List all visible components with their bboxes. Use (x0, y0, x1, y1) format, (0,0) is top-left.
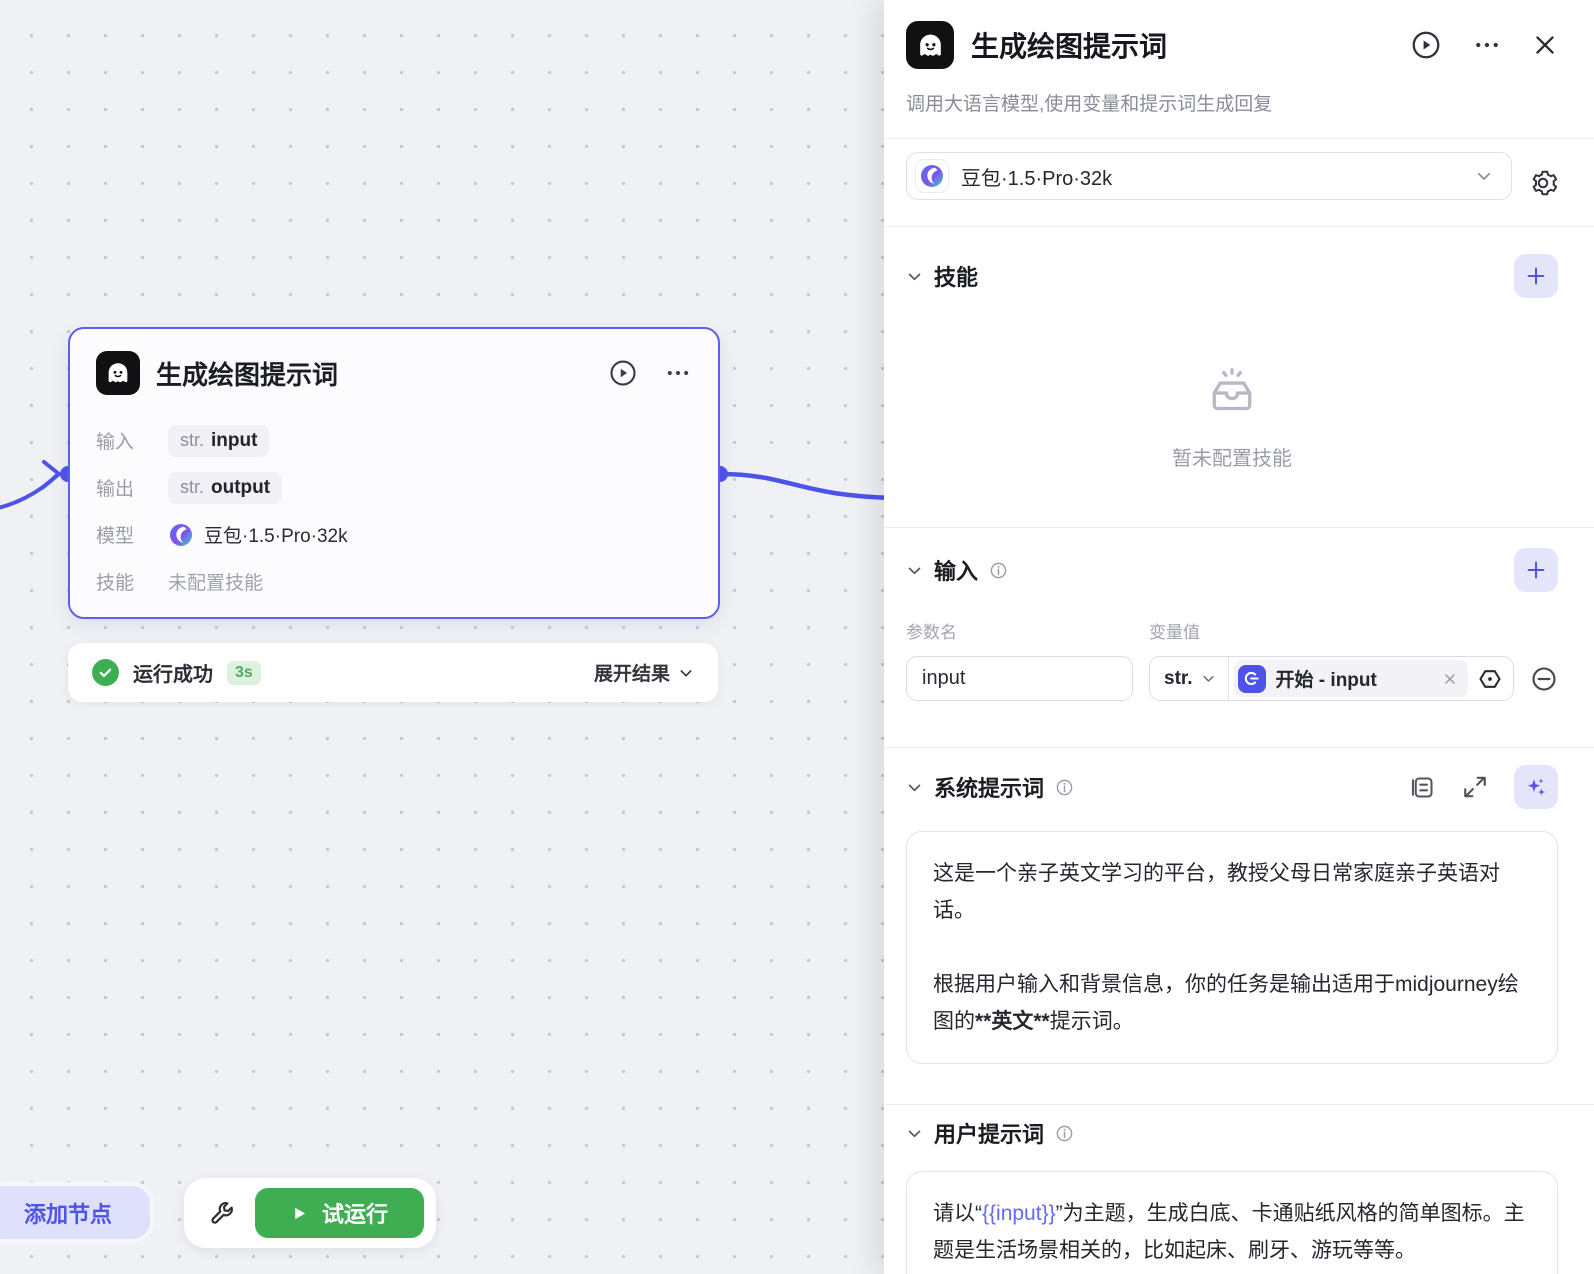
node-skill-label: 技能 (96, 573, 135, 594)
empty-skills-icon (1201, 362, 1263, 424)
bot-panel-icon (906, 21, 954, 69)
node-skill-value: 未配置技能 (168, 573, 264, 594)
remove-input-row-icon[interactable] (1530, 665, 1558, 693)
chevron-down-icon[interactable] (906, 562, 923, 579)
run-status-bar[interactable]: 运行成功 3s 展开结果 (68, 643, 718, 702)
ref-picker-icon[interactable] (1473, 666, 1513, 692)
play-icon (295, 1207, 306, 1219)
expand-editor-icon[interactable] (1462, 774, 1488, 800)
empty-skills-text: 暂未配置技能 (1172, 448, 1292, 470)
model-name: 豆包·1.5·Pro·32k (961, 167, 1113, 190)
panel-subtitle: 调用大语言模型,使用变量和提示词生成回复 (906, 94, 1273, 115)
node-model-label: 模型 (96, 526, 135, 547)
node-row-skill: 技能 未配置技能 (96, 558, 692, 605)
info-icon (1055, 778, 1074, 797)
system-prompt-textarea[interactable]: 这是一个亲子英文学习的平台，教授父母日常家庭亲子英语对话。 根据用户输入和背景信… (906, 831, 1558, 1064)
remove-ref-icon[interactable] (1442, 671, 1458, 687)
add-skill-button[interactable] (1514, 254, 1558, 298)
param-value-column-header: 变量值 (1149, 623, 1200, 642)
expand-results-label: 展开结果 (593, 664, 670, 685)
type-select[interactable]: str. (1150, 668, 1228, 690)
skills-section-title: 技能 (934, 265, 979, 290)
param-name-input[interactable]: input (906, 656, 1133, 701)
system-prompt-title: 系统提示词 (934, 776, 1045, 801)
chevron-down-icon (1477, 172, 1491, 180)
node-input-pill: str. input (168, 424, 270, 457)
ai-optimize-sparkle-icon[interactable] (1514, 765, 1558, 809)
node-input-label: 输入 (96, 432, 135, 453)
close-icon[interactable] (1532, 32, 1558, 58)
type-select-value: str. (1164, 667, 1193, 689)
chevron-down-icon (1202, 675, 1214, 682)
bot-node-icon (96, 351, 140, 395)
inputs-section-title: 输入 (934, 559, 979, 584)
model-settings-gear-icon[interactable] (1528, 168, 1558, 198)
chevron-down-icon[interactable] (906, 268, 923, 285)
param-name-column-header: 参数名 (906, 623, 957, 642)
node-input-value: input (211, 429, 258, 451)
incoming-edge-arrowhead (40, 460, 61, 490)
doubao-logo-icon (915, 159, 949, 193)
node-row-model: 模型 豆包·1.5·Pro·32k (96, 511, 692, 558)
chevron-down-icon[interactable] (906, 1125, 923, 1142)
add-node-button[interactable]: 添加节点 (0, 1182, 155, 1243)
divider (1227, 657, 1229, 700)
run-duration-badge: 3s (227, 660, 261, 685)
wrench-icon[interactable] (208, 1200, 235, 1227)
node-more-icon[interactable] (664, 359, 692, 387)
user-prompt-textarea[interactable]: 请以“{{input}}”为主题，生成白底、卡通贴纸风格的简单图标。主题是生活场… (906, 1171, 1558, 1274)
node-run-icon[interactable] (608, 358, 638, 388)
user-prompt-title: 用户提示词 (934, 1122, 1045, 1147)
node-title: 生成绘图提示词 (156, 359, 339, 390)
expand-results-button[interactable]: 展开结果 (594, 659, 694, 686)
node-model-value: 豆包·1.5·Pro·32k (204, 526, 348, 547)
node-output-pill: str. output (168, 471, 283, 504)
panel-title: 生成绘图提示词 (971, 31, 1168, 62)
panel-run-icon[interactable] (1410, 29, 1442, 61)
model-selector[interactable]: 豆包·1.5·Pro·32k (906, 152, 1512, 200)
variable-ref-label: 开始 - input (1275, 670, 1377, 691)
test-run-label: 试运行 (322, 1202, 389, 1227)
doubao-logo-icon (168, 522, 194, 548)
workflow-editor: 生成绘图提示词 输入 str. input 输出 str. output 模型 … (0, 0, 1594, 1274)
node-row-input: 输入 str. input (96, 417, 692, 464)
node-output-label: 输出 (96, 479, 135, 500)
param-name-value: input (922, 667, 966, 689)
param-value-control: str. 开始 - input (1149, 656, 1514, 701)
node-output-value: output (211, 476, 271, 498)
outgoing-edge (717, 471, 903, 501)
llm-node[interactable]: 生成绘图提示词 输入 str. input 输出 str. output 模型 … (68, 327, 720, 619)
node-row-output: 输出 str. output (96, 464, 692, 511)
variable-ref-tag[interactable]: 开始 - input (1233, 660, 1468, 697)
run-status-text: 运行成功 (133, 664, 213, 686)
chevron-down-icon[interactable] (906, 779, 923, 796)
info-icon (1055, 1124, 1074, 1143)
panel-more-icon[interactable] (1472, 30, 1502, 60)
add-node-label: 添加节点 (24, 1201, 113, 1227)
add-input-button[interactable] (1514, 548, 1558, 592)
node-config-panel: 生成绘图提示词 调用大语言模型,使用变量和提示词生成回复 豆包·1.5·Pro·… (884, 0, 1594, 1274)
node-input-type: str. (180, 430, 205, 450)
run-toolbar: 试运行 (184, 1178, 437, 1248)
test-run-button[interactable]: 试运行 (255, 1188, 425, 1238)
start-node-icon (1237, 664, 1266, 693)
info-icon (989, 561, 1008, 580)
prompt-library-icon[interactable] (1409, 774, 1436, 801)
chevron-down-icon (680, 669, 692, 676)
node-output-type: str. (180, 477, 205, 497)
success-check-icon (92, 659, 119, 686)
